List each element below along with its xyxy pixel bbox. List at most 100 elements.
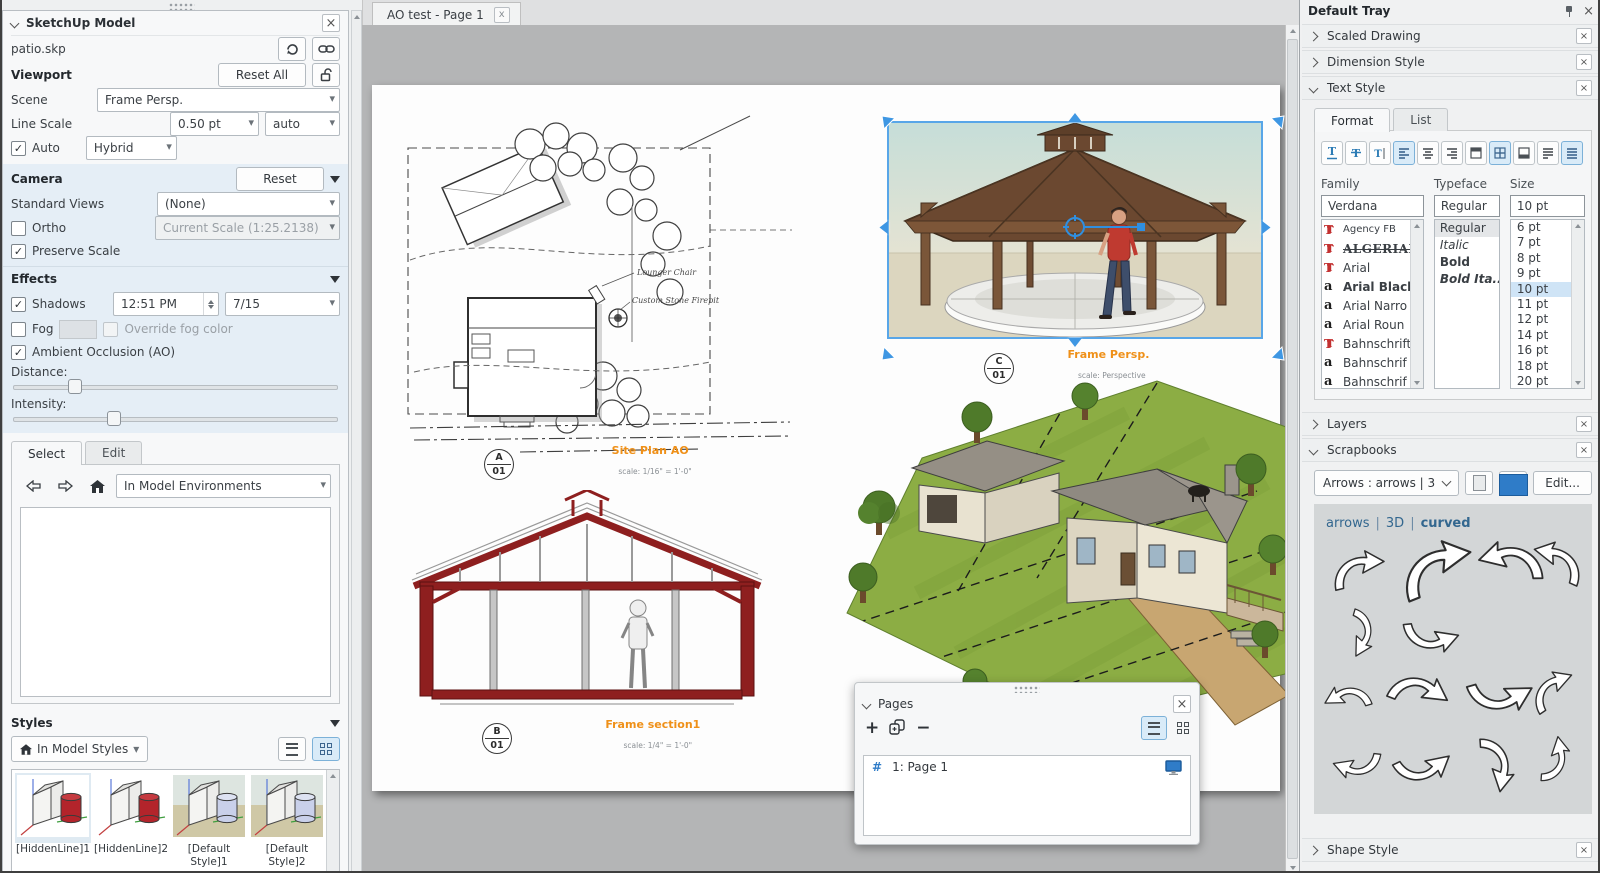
font-size-option[interactable]: 20 pt [1511,374,1572,388]
curved-arrow-scrapbook-item[interactable] [1522,535,1592,595]
close-section-button[interactable]: × [1576,442,1592,458]
env-home-button[interactable] [84,475,110,497]
typeface-option[interactable]: Regular [1435,220,1499,237]
close-pages-panel-button[interactable]: × [1173,695,1191,713]
anchor-bottom-button[interactable] [1513,141,1535,165]
site-plan-viewport[interactable]: Lounger Chair Custom Stone Firepit [380,110,800,460]
align-right-button[interactable] [1441,141,1463,165]
line-scale-mode-dropdown[interactable]: auto ▾ [265,112,340,136]
close-section-button[interactable]: × [1576,80,1592,96]
close-section-button[interactable]: × [1576,28,1592,44]
preserve-scale-checkbox[interactable]: ✓ [11,244,26,259]
section-dimension-style[interactable]: Dimension Style × [1302,50,1600,74]
duplicate-page-button[interactable] [889,719,906,738]
style-thumbnail[interactable]: [Default Style]2 [249,773,325,869]
shadow-time-stepper[interactable]: 12:51 PM [113,292,219,316]
panel-drag-grip[interactable] [1014,686,1040,693]
workspace[interactable]: Lounger Chair Custom Stone Firepit [362,25,1286,873]
font-family-option[interactable]: TTALGERIAN [1322,239,1411,258]
style-thumbnail[interactable]: [HiddenLine]2 [93,773,169,869]
environments-list[interactable] [20,507,331,697]
curved-arrow-scrapbook-item[interactable] [1327,600,1389,666]
tab-edit[interactable]: Edit [85,441,142,464]
curved-arrow-scrapbook-item[interactable] [1315,670,1381,732]
scroll-down-icon[interactable] [1572,377,1584,388]
font-size-list[interactable]: 6 pt7 pt8 pt9 pt10 pt11 pt12 pt14 pt16 p… [1511,220,1572,388]
environments-dropdown[interactable]: In Model Environments ▾ [116,474,331,498]
pages-list-view-button[interactable] [1141,716,1167,740]
breadcrumb-3d[interactable]: 3D [1386,516,1404,531]
scrapbook-preview[interactable]: arrows|3D|curved [1314,504,1592,814]
font-family-option[interactable]: aBahnschrif [1322,372,1411,388]
font-size-option[interactable]: 9 pt [1511,266,1572,281]
resize-handle-left[interactable] [880,221,889,235]
section-scaled-drawing[interactable]: Scaled Drawing × [1302,24,1600,48]
size-input[interactable]: 10 pt [1510,195,1585,217]
scroll-up-icon[interactable] [327,770,339,781]
ortho-checkbox[interactable] [11,221,26,236]
anchor-top-button[interactable] [1465,141,1487,165]
size-list-scrollbar[interactable] [1571,220,1584,388]
reload-model-button[interactable] [278,37,306,61]
curved-arrow-scrapbook-item[interactable] [1375,653,1462,736]
left-panel-scrollbar[interactable] [351,10,362,873]
font-size-option[interactable]: 16 pt [1511,343,1572,358]
styles-list-view-button[interactable] [278,737,306,761]
scroll-up-icon[interactable] [352,11,361,22]
pin-tray-icon[interactable] [1563,5,1575,17]
font-size-option[interactable]: 18 pt [1511,359,1572,374]
canvas-vertical-scrollbar[interactable] [1285,25,1299,873]
camera-reset-button[interactable]: Reset [236,167,324,191]
strikethrough-button[interactable]: T [1345,141,1367,165]
scrapbook-selector-dropdown[interactable]: Arrows : arrows | 3 [1314,470,1459,496]
justify-left-button[interactable] [1537,141,1559,165]
ambient-occlusion-checkbox[interactable]: ✓ [11,345,26,360]
section-layers[interactable]: Layers × [1302,412,1600,436]
resize-handle-right[interactable] [1262,221,1271,235]
ao-intensity-slider[interactable] [13,415,338,421]
scroll-up-icon[interactable] [1411,220,1423,231]
underline-button[interactable]: T [1321,141,1343,165]
close-section-button[interactable]: × [1576,842,1592,858]
presentation-monitor-icon[interactable] [1165,760,1182,775]
style-thumbnail[interactable]: [Default Style]1 [171,773,247,869]
font-family-list[interactable]: TTAgency FBTTALGERIANTTArialaArial Black… [1322,220,1411,388]
scene-dropdown[interactable]: Frame Persp. ▾ [97,88,340,112]
anchor-middle-button[interactable] [1489,141,1511,165]
frame-persp-callout[interactable]: C 01 Frame Persp. scale: Perspective [984,353,1179,384]
auto-render-checkbox[interactable]: ✓ [11,141,26,156]
close-section-button[interactable]: × [1576,54,1592,70]
ao-distance-slider[interactable] [13,383,338,389]
document-tab[interactable]: AO test - Page 1 x [372,2,521,26]
fog-checkbox[interactable] [11,322,26,337]
frame-section-viewport[interactable] [410,490,764,725]
collapse-chevron-icon[interactable] [862,699,872,709]
section-shape-style[interactable]: Shape Style × [1302,838,1600,862]
styles-scrollbar[interactable] [326,770,339,873]
scrapbook-doc-button[interactable] [1465,471,1493,495]
font-family-option[interactable]: aBahnschrif [1322,353,1411,372]
close-panel-button[interactable]: × [322,14,340,32]
close-section-button[interactable]: × [1576,416,1592,432]
font-size-option[interactable]: 8 pt [1511,251,1572,266]
styles-source-dropdown[interactable]: In Model Styles ▾ [11,736,148,762]
curved-arrow-scrapbook-item[interactable] [1381,723,1463,803]
resize-handle-bottom[interactable] [1068,338,1082,347]
page-row[interactable]: # 1: Page 1 [864,756,1190,778]
line-weight-dropdown[interactable]: 0.50 pt ▾ [170,112,259,136]
close-document-button[interactable]: x [494,7,510,23]
frame-persp-viewport-selected[interactable] [887,121,1263,339]
collapse-chevron-icon[interactable] [10,18,20,28]
tab-format[interactable]: Format [1314,108,1390,132]
remove-page-button[interactable]: − [916,718,930,738]
align-left-button[interactable] [1393,141,1415,165]
breadcrumb-curved[interactable]: curved [1421,516,1471,531]
env-forward-button[interactable] [52,475,78,497]
scrapbook-new-doc-button[interactable] [1499,471,1527,495]
align-center-button[interactable] [1417,141,1439,165]
family-list-scrollbar[interactable] [1410,220,1423,388]
section-collapse-icon[interactable] [330,176,340,183]
font-family-option[interactable]: TTAgency FB [1322,220,1411,239]
typeface-input[interactable]: Regular [1434,195,1500,217]
font-size-option[interactable]: 14 pt [1511,328,1572,343]
